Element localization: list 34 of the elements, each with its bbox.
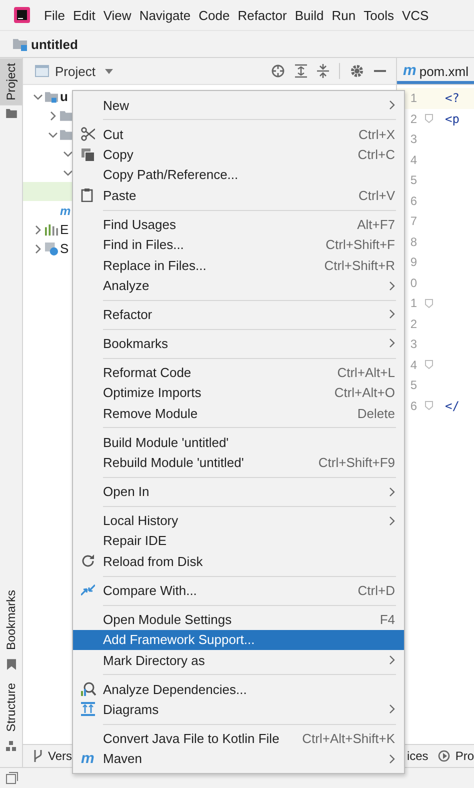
line-number: 3 (409, 337, 418, 352)
maven-icon: m (81, 752, 94, 766)
maven-icon: m (60, 204, 71, 218)
shortcut-text: Ctrl+Alt+O (334, 385, 395, 400)
line-number: 2 (409, 112, 418, 126)
line-number: 6 (409, 398, 418, 413)
shortcut-text: Ctrl+Shift+R (324, 258, 395, 273)
line-number: 2 (409, 316, 418, 331)
line-number: 9 (409, 255, 418, 270)
code-line: </ (444, 398, 460, 413)
shortcut-text: Ctrl+C (358, 147, 395, 162)
shortcut-text: Alt+F7 (357, 216, 395, 232)
code-line: <p (444, 112, 460, 126)
shortcut-text: Ctrl+Shift+F9 (318, 455, 395, 470)
shortcut-text: Ctrl+Alt+L (337, 364, 395, 380)
shortcut-text: Ctrl+V (358, 188, 395, 203)
line-number: 1 (409, 296, 418, 310)
shortcut-text: Delete (357, 406, 395, 421)
line-number: 4 (409, 152, 418, 167)
shortcut-text: Ctrl+D (358, 582, 395, 598)
line-number: 8 (409, 234, 418, 249)
shortcut-text: Ctrl+Shift+F (326, 237, 395, 252)
line-number: 5 (409, 378, 418, 392)
line-number: 4 (409, 358, 418, 372)
line-number: 7 (409, 214, 418, 228)
shortcut-text: F4 (380, 612, 395, 627)
shortcut-text: Ctrl+X (358, 126, 395, 142)
line-number: 6 (409, 194, 418, 208)
line-number: 5 (409, 173, 418, 188)
line-number: 1 (409, 91, 418, 106)
code-line: <? (444, 91, 460, 106)
line-number: 3 (409, 132, 418, 146)
line-number: 0 (409, 276, 418, 290)
shortcut-text: Ctrl+Alt+Shift+K (302, 730, 395, 746)
